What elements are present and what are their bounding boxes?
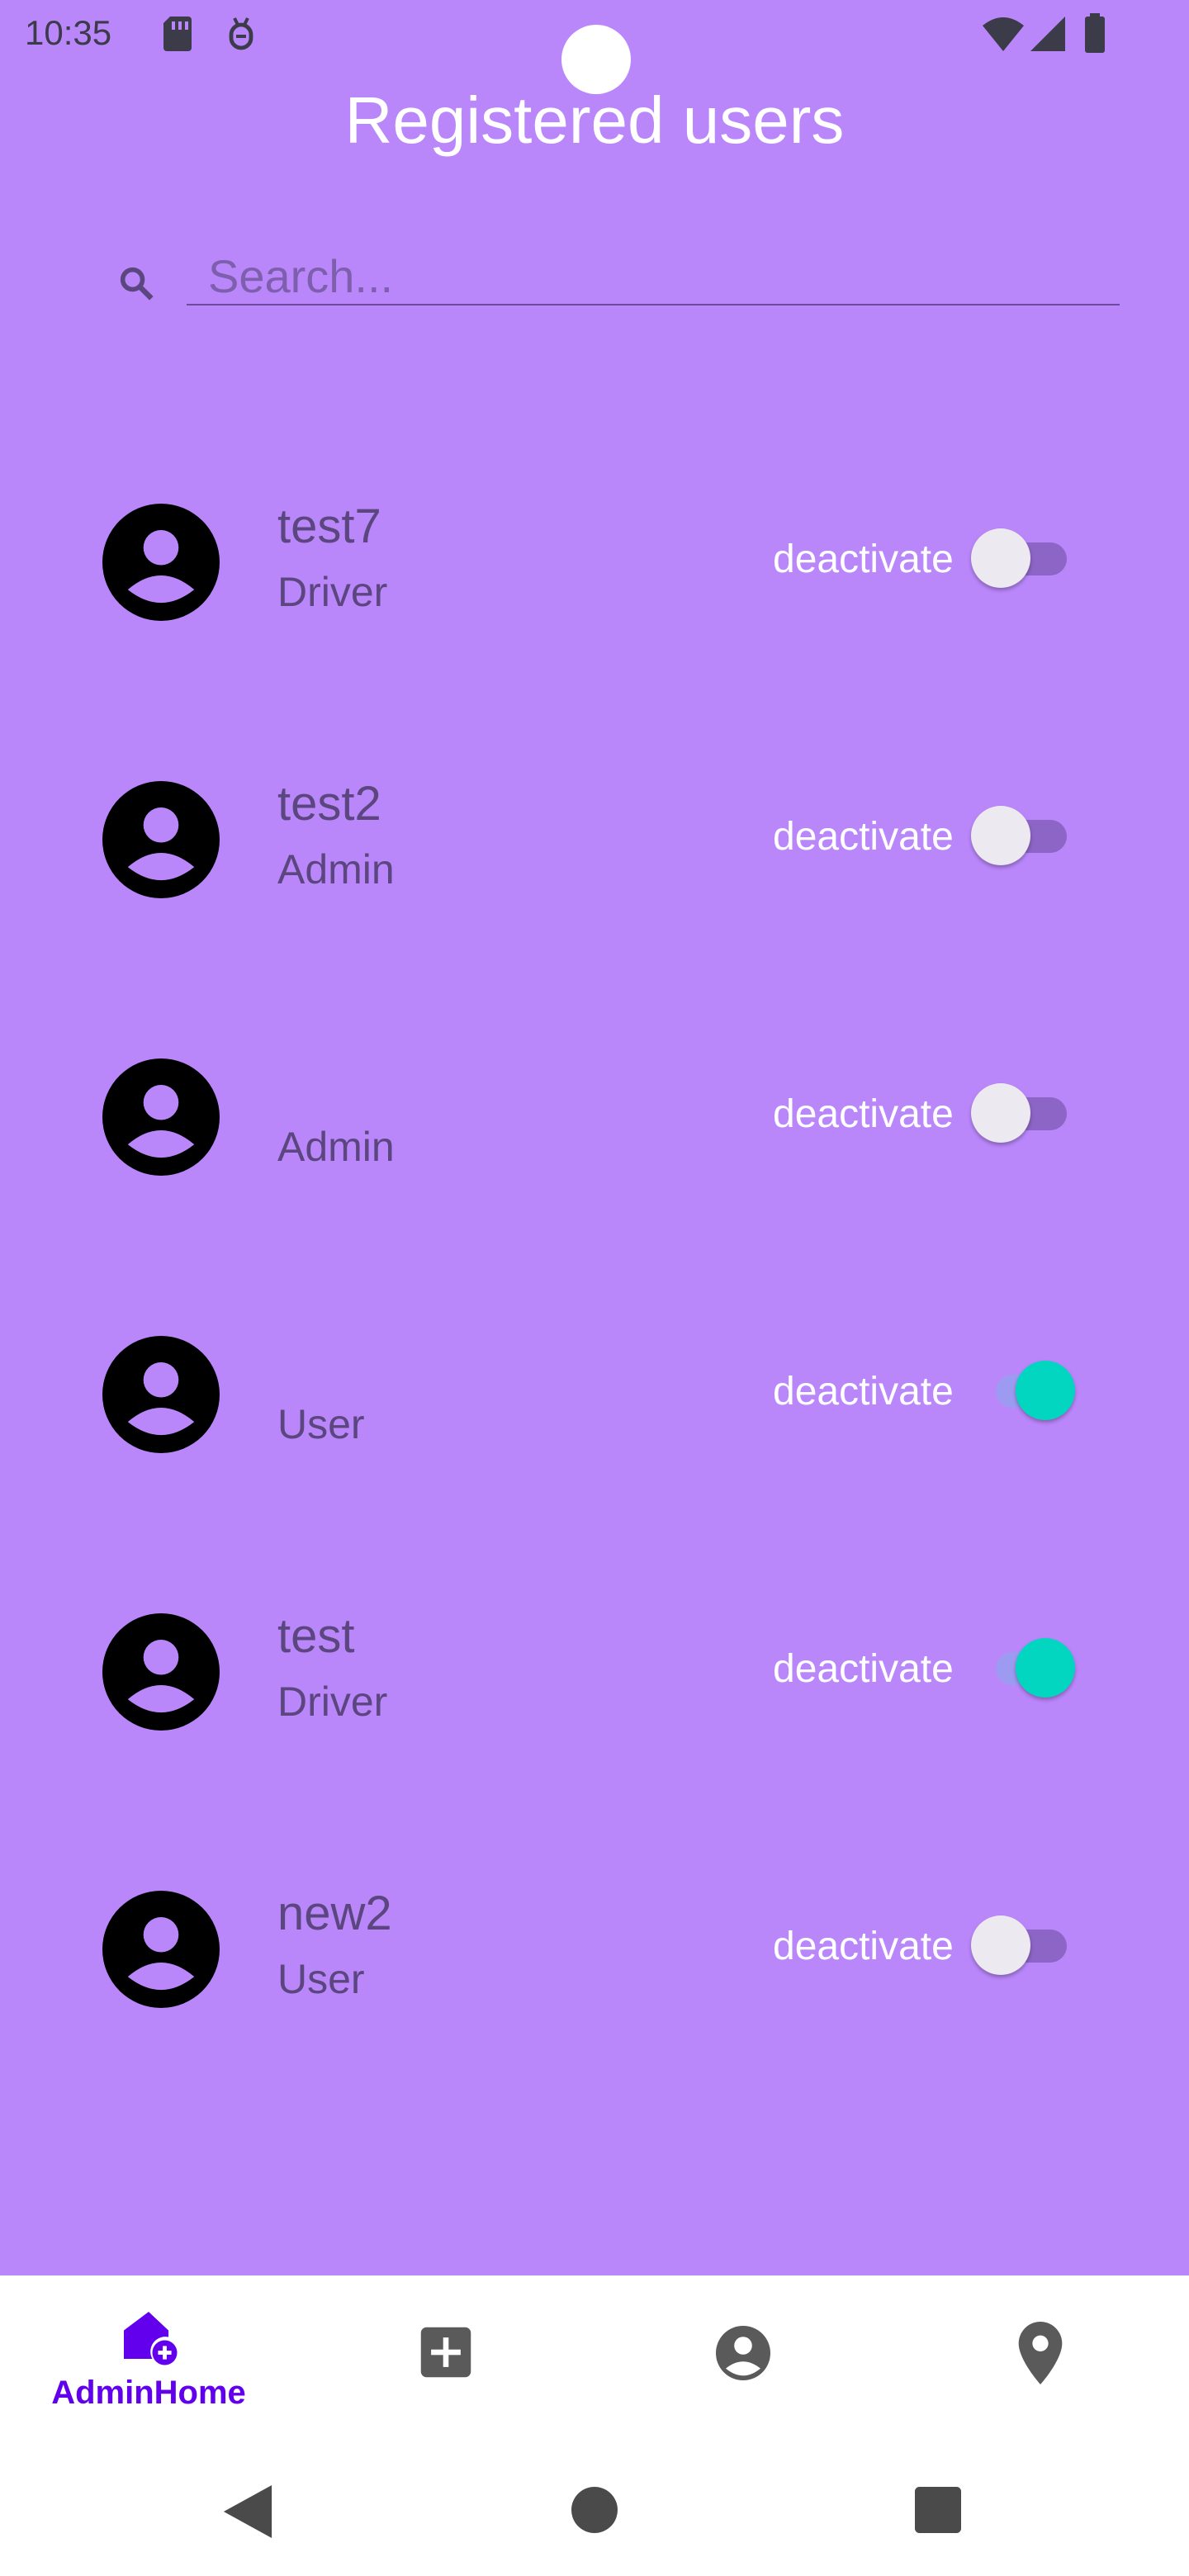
switch-thumb[interactable] — [1016, 1361, 1075, 1420]
avatar-icon — [102, 781, 220, 898]
deactivate-switch[interactable] — [971, 1909, 1078, 1975]
nav-item-location[interactable] — [892, 2275, 1189, 2449]
user-role: Admin — [277, 1124, 395, 1170]
wifi-icon — [983, 17, 1024, 55]
deactivate-label: deactivate — [773, 537, 954, 581]
nav-item-admin-home[interactable]: AdminHome — [0, 2275, 297, 2449]
status-time: 10:35 — [25, 13, 112, 52]
home-icon[interactable] — [571, 2487, 618, 2537]
switch-thumb[interactable] — [971, 1083, 1030, 1143]
add-box-icon — [419, 2325, 473, 2384]
deactivate-switch[interactable] — [971, 522, 1078, 588]
user-role: Driver — [277, 1679, 388, 1725]
user-row[interactable]: Admin deactivate — [0, 1034, 1189, 1199]
nav-item-profile[interactable] — [594, 2275, 892, 2449]
switch-thumb[interactable] — [971, 1915, 1030, 1975]
screen-background: 10:35 Registered users test7 Driver — [0, 0, 1189, 2275]
debug-icon — [225, 15, 258, 57]
deactivate-label: deactivate — [773, 1925, 954, 1968]
back-icon[interactable] — [223, 2485, 272, 2542]
user-row[interactable]: test Driver deactivate — [0, 1589, 1189, 1754]
avatar-icon — [102, 1613, 220, 1731]
recents-icon[interactable] — [915, 2487, 961, 2537]
user-name: test7 — [277, 500, 381, 553]
system-navigation-bar — [0, 2449, 1189, 2576]
avatar-icon — [102, 1058, 220, 1176]
user-name: test — [277, 1609, 355, 1663]
admin-home-icon — [119, 2307, 178, 2370]
user-role: Driver — [277, 569, 388, 615]
switch-thumb[interactable] — [1016, 1638, 1075, 1698]
user-name: test2 — [277, 777, 381, 831]
bottom-navigation: AdminHome — [0, 2275, 1189, 2449]
switch-thumb[interactable] — [971, 806, 1030, 865]
user-role: Admin — [277, 846, 395, 893]
user-role: User — [277, 1401, 365, 1447]
user-name: new2 — [277, 1887, 392, 1940]
battery-icon — [1085, 13, 1105, 57]
user-row[interactable]: test7 Driver deactivate — [0, 479, 1189, 644]
user-row[interactable]: test2 Admin deactivate — [0, 756, 1189, 921]
sd-card-icon — [162, 15, 195, 57]
deactivate-label: deactivate — [773, 1647, 954, 1691]
deactivate-label: deactivate — [773, 815, 954, 859]
avatar-icon — [102, 1891, 220, 2008]
account-circle-icon — [713, 2323, 773, 2387]
page-title: Registered users — [344, 83, 845, 157]
location-pin-icon — [1016, 2322, 1065, 2389]
switch-thumb[interactable] — [971, 528, 1030, 588]
deactivate-label: deactivate — [773, 1370, 954, 1413]
search-input[interactable] — [187, 248, 1120, 305]
signal-icon — [1030, 17, 1065, 55]
avatar-icon — [102, 504, 220, 621]
deactivate-label: deactivate — [773, 1092, 954, 1136]
deactivate-switch[interactable] — [971, 1631, 1078, 1698]
nav-label: AdminHome — [51, 2375, 246, 2411]
avatar-icon — [102, 1336, 220, 1453]
search-icon — [116, 263, 159, 310]
user-row[interactable]: User deactivate — [0, 1311, 1189, 1476]
deactivate-switch[interactable] — [971, 799, 1078, 865]
user-role: User — [277, 1956, 365, 2002]
user-row[interactable]: new2 User deactivate — [0, 1866, 1189, 2031]
deactivate-switch[interactable] — [971, 1354, 1078, 1420]
deactivate-switch[interactable] — [971, 1077, 1078, 1143]
nav-item-add[interactable] — [297, 2275, 594, 2449]
